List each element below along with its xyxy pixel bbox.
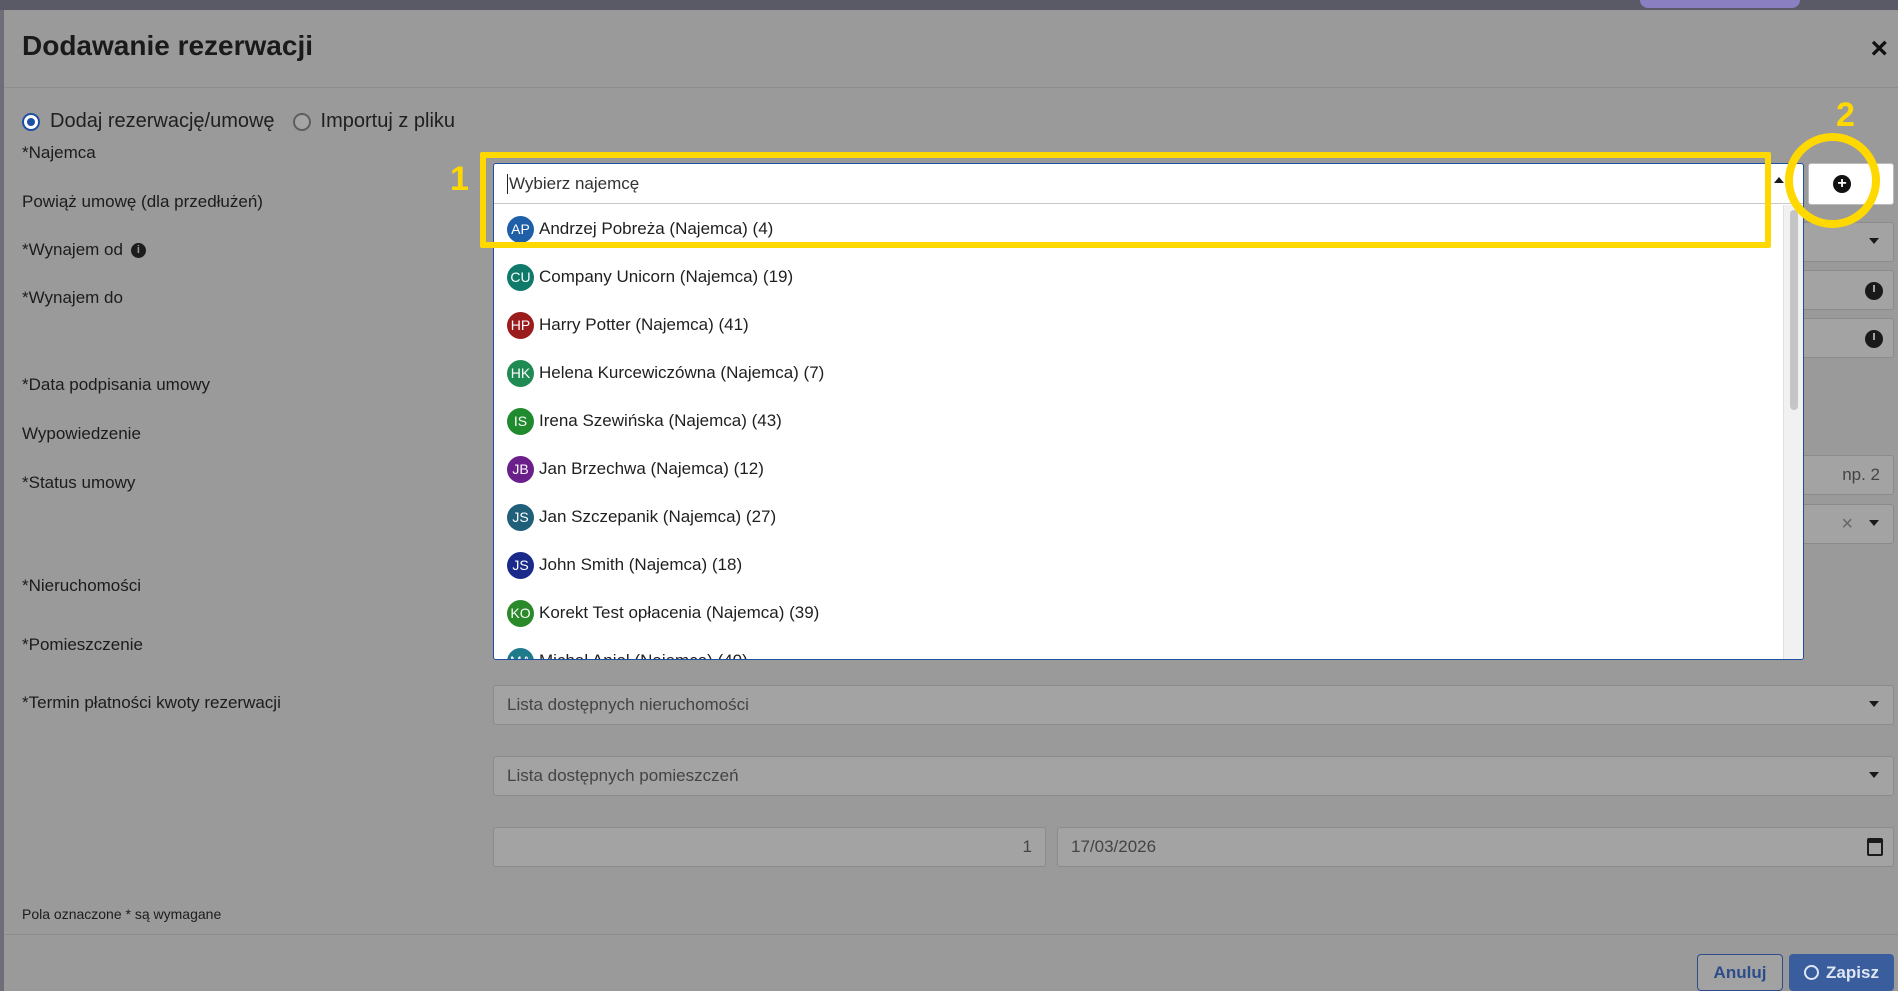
avatar: KO xyxy=(507,599,534,627)
pomieszczenie-select[interactable]: Lista dostępnych pomieszczeń xyxy=(493,756,1894,796)
plus-circle-icon: + xyxy=(1833,175,1851,193)
nieruchomosci-select[interactable]: Lista dostępnych nieruchomości xyxy=(493,685,1894,725)
radio-unchecked-icon xyxy=(292,112,311,131)
tenant-option[interactable]: JB Jan Brzechwa (Najemca) (12) xyxy=(494,445,1784,493)
label-wynajem-do: *Wynajem do xyxy=(22,288,123,307)
tenant-option[interactable]: AP Andrzej Pobreża (Najemca) (4) xyxy=(494,205,1784,253)
label-data-podpisania: *Data podpisania umowy xyxy=(22,375,211,394)
tenant-search-placeholder: Wybierz najemcę xyxy=(509,173,640,193)
radio-import-file[interactable]: Importuj z pliku xyxy=(292,110,456,133)
save-button[interactable]: Zapisz xyxy=(1789,954,1894,991)
tenant-option-label: Andrzej Pobreża (Najemca) (4) xyxy=(539,219,774,238)
tenant-option-label: Harry Potter (Najemca) (41) xyxy=(539,315,749,334)
background-badge xyxy=(1640,0,1800,8)
tenant-option-label: Michał Anioł (Najemca) (40) xyxy=(539,651,748,659)
avatar: JS xyxy=(507,503,534,531)
tenant-option-label: Company Unicorn (Najemca) (19) xyxy=(539,267,794,286)
tenant-option[interactable]: JS John Smith (Najemca) (18) xyxy=(494,541,1784,589)
radio-checked-icon xyxy=(22,112,40,131)
scrollbar[interactable] xyxy=(1783,205,1803,659)
avatar: JS xyxy=(507,551,534,579)
annotation-number-2: 2 xyxy=(1836,96,1855,134)
tenant-option[interactable]: JS Jan Szczepanik (Najemca) (27) xyxy=(494,493,1784,541)
calendar-icon[interactable] xyxy=(1867,838,1883,856)
tenant-option-label: John Smith (Najemca) (18) xyxy=(539,555,743,574)
add-tenant-button[interactable]: + xyxy=(1808,163,1894,205)
clear-icon[interactable]: × xyxy=(1841,513,1853,536)
footer-divider xyxy=(4,934,1898,935)
label-powiaz-umowe: Powiąż umowę (dla przedłużeń) xyxy=(22,192,263,211)
termin-dni-value: 1 xyxy=(1022,837,1032,856)
save-label: Zapisz xyxy=(1826,962,1879,982)
modal-header: Dodawanie rezerwacji × xyxy=(4,10,1898,88)
tenant-dropdown[interactable]: Wybierz najemcę AP Andrzej Pobreża (Najem… xyxy=(493,163,1804,660)
tenant-option-label: Korekt Test opłacenia (Najemca) (39) xyxy=(539,603,820,622)
close-icon[interactable]: × xyxy=(1870,34,1888,64)
avatar: JB xyxy=(507,455,534,483)
tenant-option[interactable]: KO Korekt Test opłacenia (Najemca) (39) xyxy=(494,589,1784,637)
avatar: MA xyxy=(507,647,534,659)
label-status-umowy: *Status umowy xyxy=(22,473,136,492)
pomieszczenie-placeholder: Lista dostępnych pomieszczeń xyxy=(507,766,739,785)
avatar: IS xyxy=(507,407,534,435)
termin-data-input[interactable]: 17/03/2026 xyxy=(1057,827,1894,867)
tenant-option-label: Jan Szczepanik (Najemca) (27) xyxy=(539,507,777,526)
termin-dni-input[interactable]: 1 xyxy=(493,827,1046,867)
label-najemca: *Najemca xyxy=(22,143,96,162)
tenant-option[interactable]: HP Harry Potter (Najemca) (41) xyxy=(494,301,1784,349)
chevron-down-icon xyxy=(1869,701,1879,707)
modal-title: Dodawanie rezerwacji xyxy=(22,30,314,61)
tenant-option-label: Irena Szewińska (Najemca) (43) xyxy=(539,411,782,430)
spinner-icon xyxy=(1804,965,1820,980)
tenant-option-label: Jan Brzechwa (Najemca) (12) xyxy=(539,459,764,478)
scrollbar-thumb[interactable] xyxy=(1790,210,1798,410)
clock-icon[interactable] xyxy=(1865,330,1883,348)
chevron-down-icon xyxy=(1869,772,1879,778)
tenant-option[interactable]: CU Company Unicorn (Najemca) (19) xyxy=(494,253,1784,301)
label-pomieszczenie: *Pomieszczenie xyxy=(22,635,143,654)
required-note: Pola oznaczone * są wymagane xyxy=(22,906,222,922)
info-icon[interactable]: i xyxy=(130,243,146,259)
avatar: HP xyxy=(507,311,534,339)
radio-label: Importuj z pliku xyxy=(320,110,456,132)
radio-add-reservation[interactable]: Dodaj rezerwację/umowę xyxy=(22,110,275,133)
label-wypowiedzenie: Wypowiedzenie xyxy=(22,424,141,443)
tenant-search-input[interactable]: Wybierz najemcę xyxy=(494,164,1803,204)
cancel-button[interactable]: Anuluj xyxy=(1697,954,1783,991)
tenant-option[interactable]: MA Michał Anioł (Najemca) (40) xyxy=(494,637,1784,659)
wypowiedzenie-placeholder: np. 2 xyxy=(1842,465,1880,484)
avatar: AP xyxy=(507,215,534,243)
label-text: *Wynajem od xyxy=(22,240,123,259)
clock-icon[interactable] xyxy=(1865,282,1883,300)
avatar: HK xyxy=(507,359,534,387)
label-termin-platnosci: *Termin płatności kwoty rezerwacji xyxy=(22,693,281,712)
tenant-option[interactable]: IS Irena Szewińska (Najemca) (43) xyxy=(494,397,1784,445)
radio-label: Dodaj rezerwację/umowę xyxy=(50,110,275,132)
label-wynajem-od: *Wynajem od i xyxy=(22,240,146,260)
chevron-down-icon xyxy=(1869,238,1879,244)
termin-data-value: 17/03/2026 xyxy=(1071,837,1157,856)
avatar: CU xyxy=(507,263,534,291)
tenant-option[interactable]: HK Helena Kurcewiczówna (Najemca) (7) xyxy=(494,349,1784,397)
mode-selector: Dodaj rezerwację/umowę Importuj z pliku xyxy=(22,110,455,133)
background-topbar xyxy=(0,0,1898,10)
annotation-number-1: 1 xyxy=(450,160,469,198)
nieruchomosci-placeholder: Lista dostępnych nieruchomości xyxy=(507,695,749,714)
chevron-up-icon[interactable] xyxy=(1774,177,1784,183)
tenant-option-label: Helena Kurcewiczówna (Najemca) (7) xyxy=(539,363,825,382)
label-nieruchomosci: *Nieruchomości xyxy=(22,576,142,595)
chevron-down-icon xyxy=(1869,520,1879,526)
tenant-list: AP Andrzej Pobreża (Najemca) (4) CU Company… xyxy=(494,205,1784,659)
